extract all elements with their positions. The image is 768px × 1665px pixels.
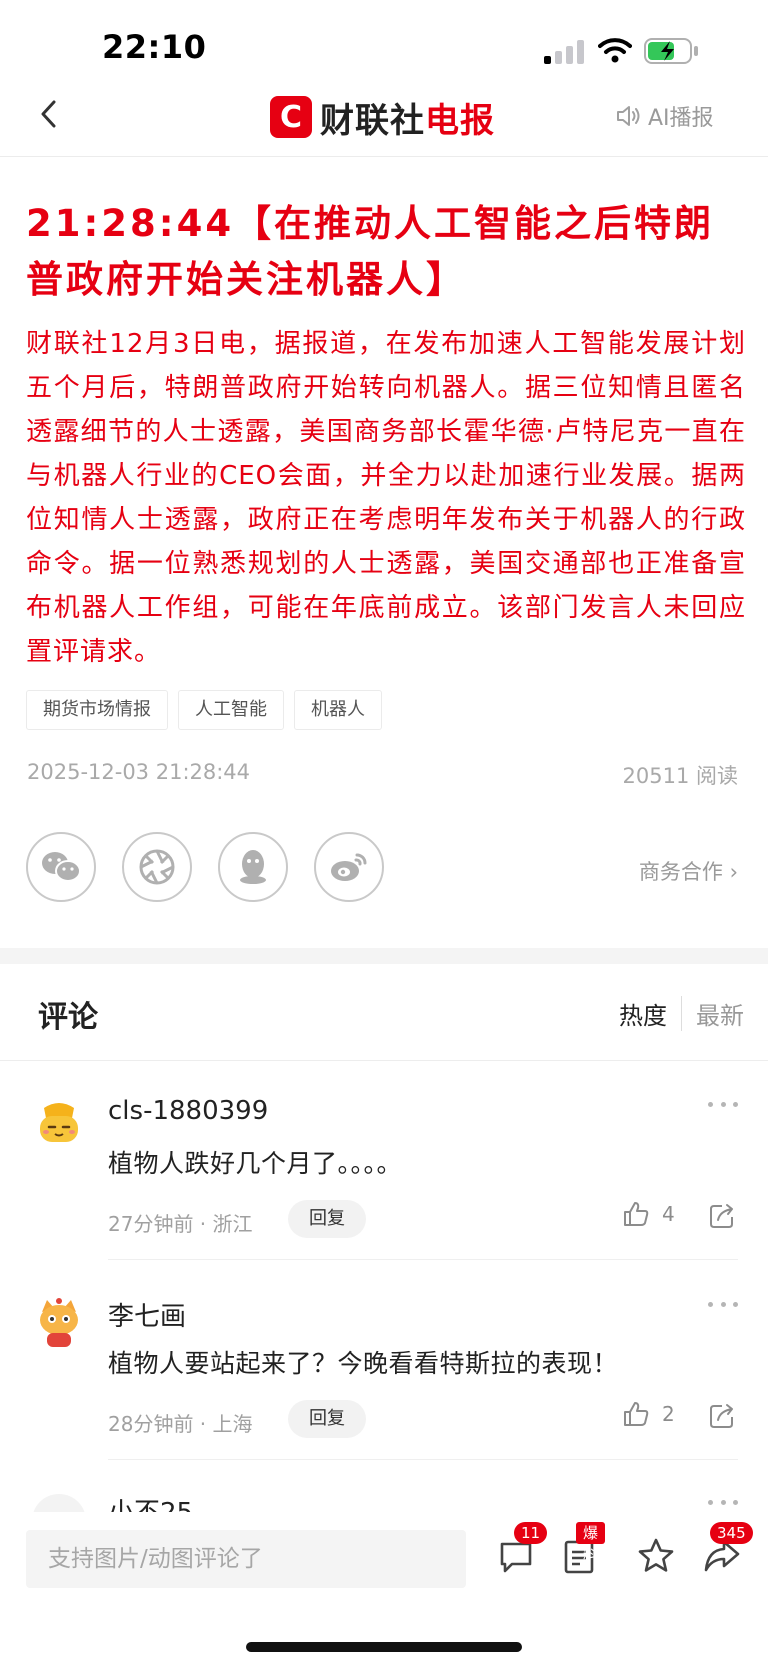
thumbs-up-icon — [624, 1202, 649, 1226]
tag-list: 期货市场情报 人工智能 机器人 — [26, 690, 382, 730]
comment-item: 李七画 植物人要站起来了？今晚看看特斯拉的表现！ 28分钟前 · 上海 回复 2 — [0, 1260, 768, 1460]
ai-play-label: AI播报 — [648, 106, 714, 131]
comment-username[interactable]: cls-1880399 — [108, 1096, 268, 1126]
read-count: 20511 阅读 — [622, 764, 738, 788]
share-wechat-button[interactable] — [26, 832, 96, 902]
comment-meta: 27分钟前 · 浙江 — [108, 1212, 253, 1236]
share-weibo-button[interactable] — [314, 832, 384, 902]
article-headline: 21:28:44【在推动人工智能之后特朗普政府开始关注机器人】 — [26, 202, 715, 301]
qq-icon — [240, 850, 266, 884]
like-count: 4 — [662, 1202, 675, 1226]
weibo-icon — [331, 853, 367, 881]
cellular-signal-icon — [544, 40, 584, 64]
favorite-button[interactable] — [636, 1536, 676, 1576]
comment-text: 植物人跌好几个月了。。。。 — [108, 1149, 403, 1178]
brand-name-part2: 电报 — [425, 100, 495, 141]
avatar[interactable] — [32, 1096, 86, 1150]
comment-input[interactable]: 支持图片/动图评论了 — [26, 1530, 466, 1588]
brand-logo: C 财联社电报 — [270, 93, 495, 142]
share-bar — [26, 832, 384, 902]
thumbs-up-icon — [624, 1402, 649, 1426]
comment-item: 小不25 — [0, 1460, 768, 1512]
tip-button[interactable]: 爆料 — [560, 1522, 606, 1576]
business-cooperation-link[interactable]: 商务合作 › — [639, 856, 738, 886]
wifi-icon — [598, 36, 632, 64]
more-icon[interactable] — [708, 1302, 738, 1310]
share-comment-button[interactable] — [708, 1402, 736, 1434]
reply-button[interactable]: 回复 — [288, 1400, 366, 1438]
avatar[interactable] — [32, 1296, 86, 1350]
more-icon[interactable] — [708, 1102, 738, 1110]
share-comment-button[interactable] — [708, 1202, 736, 1234]
comments-title: 评论 — [38, 1000, 98, 1035]
share-moments-button[interactable] — [122, 832, 192, 902]
comment-meta: 28分钟前 · 上海 — [108, 1412, 253, 1436]
sort-hot-tab[interactable]: 热度 — [619, 996, 682, 1031]
article-datetime: 2025-12-03 21:28:44 — [27, 760, 251, 784]
comment-text: 植物人要站起来了？今晚看看特斯拉的表现！ — [108, 1349, 619, 1378]
tag-robot[interactable]: 机器人 — [294, 690, 382, 730]
comment-sort-tabs: 热度 最新 — [619, 996, 744, 1031]
comment-username[interactable]: 李七画 — [108, 1296, 186, 1333]
home-indicator[interactable] — [246, 1642, 522, 1652]
avatar[interactable] — [32, 1494, 86, 1512]
like-button[interactable]: 4 — [622, 1200, 675, 1228]
nav-divider — [0, 156, 768, 157]
tip-badge: 爆料 — [576, 1522, 606, 1564]
bottom-action-bar: 支持图片/动图评论了 11 爆料 345 — [0, 1512, 768, 1665]
star-icon — [638, 1538, 674, 1572]
reply-button[interactable]: 回复 — [288, 1200, 366, 1238]
like-count: 2 — [662, 1402, 675, 1426]
comments-button[interactable]: 11 — [496, 1522, 548, 1576]
ai-play-button[interactable]: AI播报 — [616, 100, 714, 132]
share-count-badge: 345 — [710, 1522, 753, 1544]
section-separator — [0, 948, 768, 964]
share-button[interactable]: 345 — [702, 1522, 753, 1576]
comment-item: cls-1880399 植物人跌好几个月了。。。。 27分钟前 · 浙江 回复 … — [0, 1060, 768, 1260]
speaker-icon — [617, 106, 640, 126]
more-icon[interactable] — [708, 1500, 738, 1508]
comment-count-badge: 11 — [514, 1522, 548, 1544]
status-time: 22:10 — [102, 28, 207, 66]
tag-ai[interactable]: 人工智能 — [178, 690, 284, 730]
brand-name: 财联社电报 — [320, 93, 495, 142]
brand-name-part1: 财联社 — [320, 100, 425, 141]
wechat-icon — [42, 852, 81, 882]
like-button[interactable]: 2 — [622, 1400, 675, 1428]
comment-username[interactable]: 小不25 — [108, 1492, 193, 1512]
moments-icon — [139, 849, 175, 885]
sort-new-tab[interactable]: 最新 — [682, 996, 744, 1031]
share-icon — [710, 1204, 733, 1228]
brand-logo-mark: C — [270, 96, 312, 138]
back-button[interactable] — [28, 92, 68, 136]
share-qq-button[interactable] — [218, 832, 288, 902]
tag-futures[interactable]: 期货市场情报 — [26, 690, 168, 730]
share-icon — [710, 1404, 733, 1428]
article-body: 财联社12月3日电，据报道，在发布加速人工智能发展计划五个月后，特朗普政府开始转… — [26, 329, 746, 667]
battery-charging-icon — [644, 38, 700, 64]
